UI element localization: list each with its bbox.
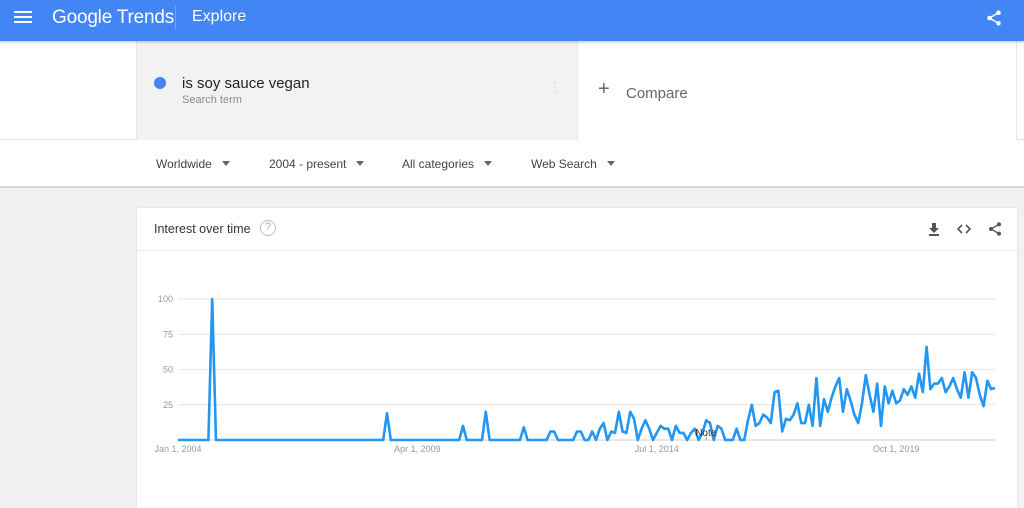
search-type-dropdown[interactable]: Web Search [531,157,615,171]
category-value: All categories [402,157,475,171]
x-tick-label: Jul 1, 2014 [635,444,679,454]
share-icon[interactable] [985,9,1003,27]
y-tick-label: 25 [163,400,173,410]
search-type-value: Web Search [531,157,597,171]
search-terms-row: is soy sauce vegan Search term + Compare [0,41,1024,140]
interest-line-chart: 25 50 75 100 Jan 1, 2004 Apr 1, 2009 Jul 1, 20… [154,294,996,454]
y-tick-label: 100 [158,294,173,304]
annotation-label: Note [695,428,717,439]
category-dropdown[interactable]: All categories [402,157,493,171]
hamburger-menu-icon[interactable] [14,11,32,25]
caret-down-icon [356,161,365,166]
top-app-bar: Google Trends Explore [0,0,1024,41]
term-color-dot [154,77,166,89]
google-trends-logo[interactable]: Google Trends [52,7,174,29]
caret-down-icon [606,161,615,166]
time-range-value: 2004 - present [269,157,347,171]
region-value: Worldwide [156,157,212,171]
search-term-type: Search term [182,94,242,106]
x-tick-label: Oct 1, 2019 [873,444,920,454]
interest-over-time-card: Interest over time ? 25 50 75 100 Jan 1, 200… [137,208,1017,508]
x-tick-label: Apr 1, 2009 [394,444,441,454]
compare-button[interactable]: + Compare [577,41,1017,140]
caret-down-icon [484,161,493,166]
time-range-dropdown[interactable]: 2004 - present [269,157,365,171]
y-tick-label: 50 [163,365,173,375]
plus-icon: + [598,78,610,100]
y-tick-label: 75 [163,329,173,339]
more-options-icon[interactable] [554,81,558,95]
search-term-card[interactable]: is soy sauce vegan Search term [136,41,577,140]
compare-label: Compare [626,85,688,102]
header-divider [175,6,176,30]
page-title: Explore [192,8,247,25]
filter-bar: Worldwide 2004 - present All categories … [0,140,1024,188]
search-term-text[interactable]: is soy sauce vegan [182,75,310,92]
region-dropdown[interactable]: Worldwide [156,157,230,171]
caret-down-icon [221,161,230,166]
x-tick-label: Jan 1, 2004 [154,444,201,454]
